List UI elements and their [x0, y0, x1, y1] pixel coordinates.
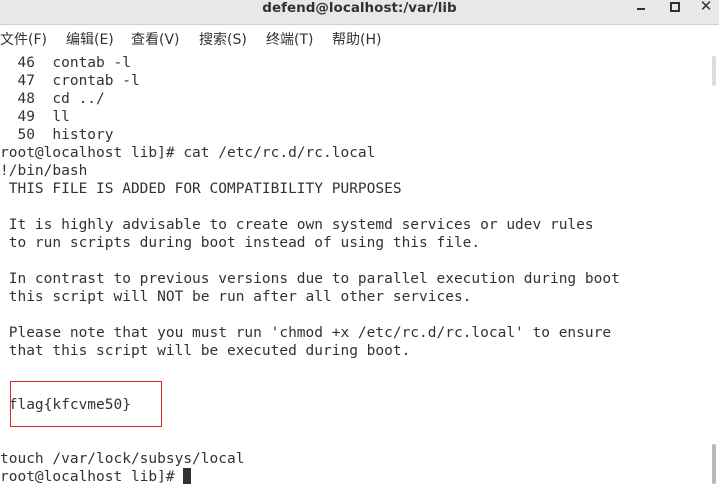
terminal-line: 47 crontab -l	[0, 73, 140, 89]
terminal-output[interactable]: 46 contab -l 47 crontab -l 48 cd ../ 49 …	[0, 54, 708, 488]
maximize-button[interactable]	[665, 0, 683, 16]
menu-view[interactable]: 查看(V)	[131, 30, 180, 50]
terminal-line: In contrast to previous versions due to …	[0, 271, 620, 287]
maximize-icon	[670, 2, 680, 12]
scrollbar-track-top	[712, 56, 716, 86]
flag-highlight-box	[10, 381, 162, 427]
terminal-line: 46 contab -l	[0, 55, 131, 71]
close-button[interactable]: ✕	[697, 0, 715, 16]
terminal-line: It is highly advisable to create own sys…	[0, 217, 594, 233]
menu-terminal[interactable]: 终端(T)	[266, 30, 313, 50]
menu-bar: 文件(F) 编辑(E) 查看(V) 搜索(S) 终端(T) 帮助(H)	[0, 25, 719, 53]
window-title: defend@localhost:/var/lib	[262, 0, 457, 16]
minimize-button[interactable]	[632, 0, 650, 16]
terminal-line: THIS FILE IS ADDED FOR COMPATIBILITY PUR…	[0, 181, 402, 197]
terminal-line: that this script will be executed during…	[0, 343, 411, 359]
title-bar[interactable]: defend@localhost:/var/lib ✕	[0, 0, 719, 25]
menu-search[interactable]: 搜索(S)	[199, 30, 247, 50]
terminal-line: this script will NOT be run after all ot…	[0, 289, 472, 305]
terminal-line: !/bin/bash	[0, 163, 88, 179]
terminal-line: root@localhost lib]# cat /etc/rc.d/rc.lo…	[0, 145, 376, 161]
menu-help[interactable]: 帮助(H)	[332, 30, 381, 50]
terminal-line: Please note that you must run 'chmod +x …	[0, 325, 612, 341]
menu-file[interactable]: 文件(F)	[0, 30, 47, 50]
prompt-text: root@localhost lib]#	[0, 469, 184, 485]
menu-edit[interactable]: 编辑(E)	[66, 30, 114, 50]
terminal-line: 49 ll	[0, 109, 70, 125]
text-cursor	[183, 468, 192, 484]
terminal-window: defend@localhost:/var/lib ✕ 文件(F) 编辑(E) …	[0, 0, 719, 488]
terminal-line: 48 cd ../	[0, 91, 105, 107]
terminal-line: touch /var/lock/subsys/local	[0, 451, 245, 467]
terminal-scrollbar[interactable]	[708, 54, 719, 488]
prompt-line: root@localhost lib]#	[0, 468, 192, 486]
terminal-line: 50 history	[0, 127, 114, 143]
close-icon: ✕	[699, 0, 713, 15]
minimize-icon	[637, 8, 645, 10]
terminal-line: to run scripts during boot instead of us…	[0, 235, 481, 251]
scrollbar-thumb[interactable]	[712, 444, 716, 484]
